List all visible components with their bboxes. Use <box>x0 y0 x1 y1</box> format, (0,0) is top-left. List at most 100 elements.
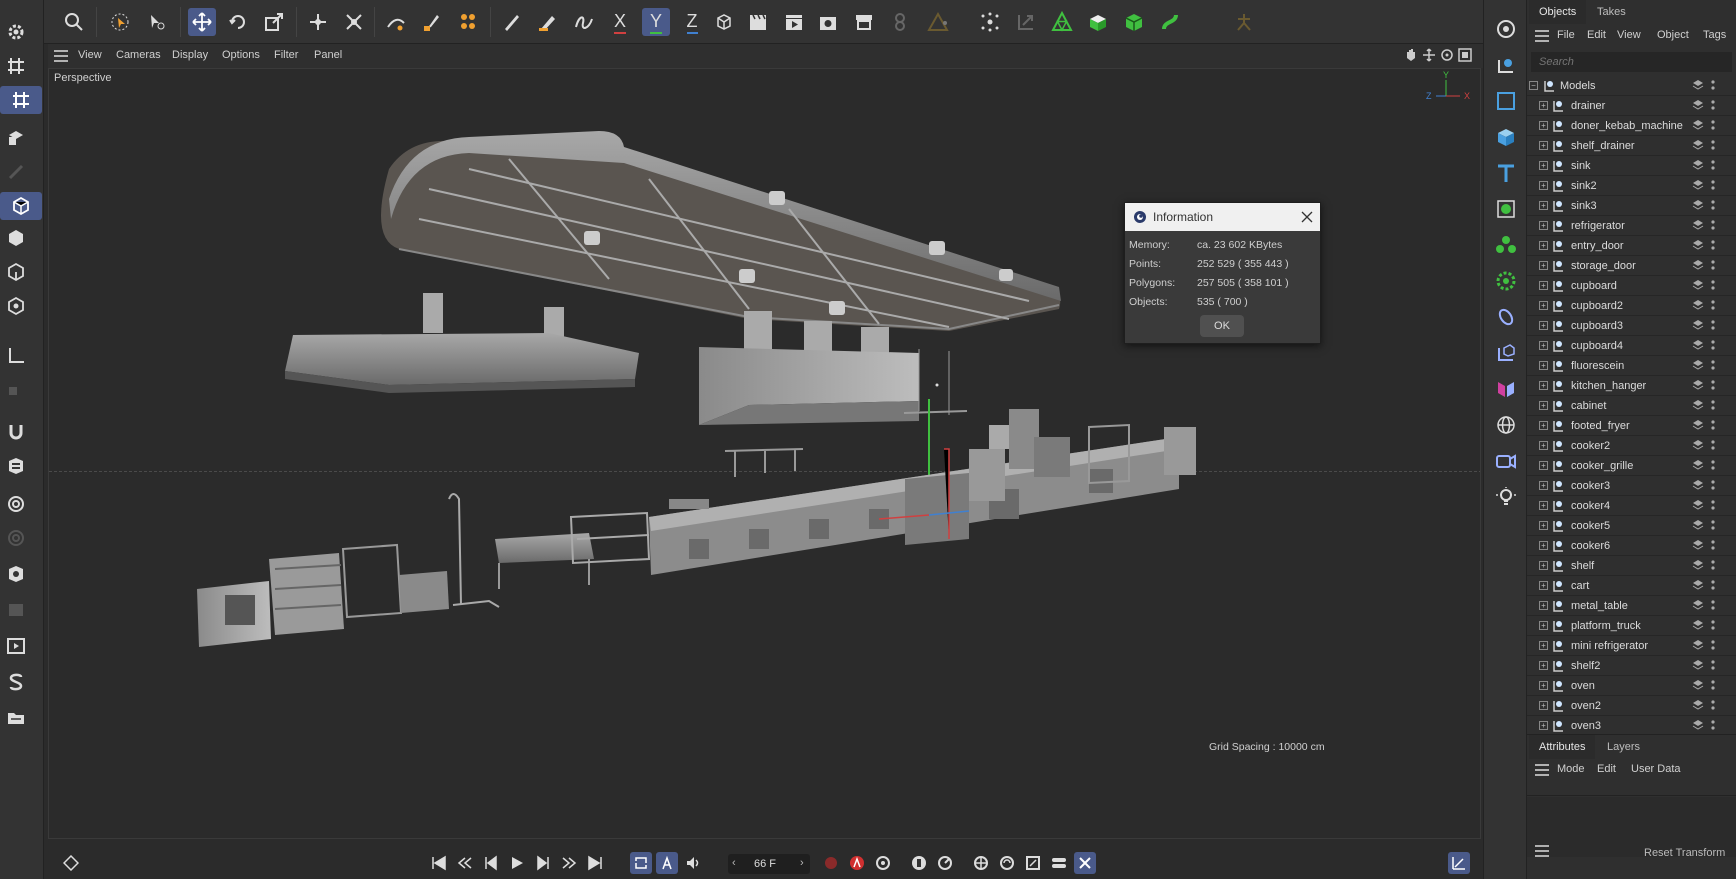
scale-tool-icon[interactable] <box>260 8 288 36</box>
expand-toggle[interactable]: + <box>1539 121 1548 130</box>
tree-item-row[interactable]: + cooker6 <box>1527 536 1736 556</box>
layer-visibility-icon[interactable] <box>1692 279 1704 291</box>
paint-brush-icon[interactable] <box>498 8 526 36</box>
expand-toggle[interactable]: + <box>1539 241 1548 250</box>
render-visibility-dots[interactable] <box>1711 499 1715 511</box>
layer-visibility-icon[interactable] <box>1692 619 1704 631</box>
layer-visibility-icon[interactable] <box>1692 459 1704 471</box>
tree-item-row[interactable]: + cupboard3 <box>1527 316 1736 336</box>
menu-options[interactable]: Options <box>222 49 260 61</box>
expand-toggle[interactable]: + <box>1539 201 1548 210</box>
render-visibility-dots[interactable] <box>1711 639 1715 651</box>
objects-menu-view[interactable]: View <box>1617 29 1641 41</box>
frame-decrement-icon[interactable]: ‹ <box>732 857 736 869</box>
keyframe-settings-icon[interactable] <box>872 852 894 874</box>
eye-icon[interactable] <box>2 560 30 588</box>
texture-mode-icon[interactable] <box>2 124 30 152</box>
layer-visibility-icon[interactable] <box>1692 659 1704 671</box>
tweak-disabled-icon[interactable] <box>2 380 30 408</box>
attributes-menu-user-data[interactable]: User Data <box>1631 763 1681 775</box>
tree-item-row[interactable]: + shelf_drainer <box>1527 136 1736 156</box>
layer-visibility-icon[interactable] <box>1692 499 1704 511</box>
camera-icon[interactable] <box>1492 447 1520 475</box>
layer-visibility-icon[interactable] <box>1692 299 1704 311</box>
expand-toggle[interactable]: + <box>1539 541 1548 550</box>
coordinates-hamburger-icon[interactable] <box>1535 845 1549 860</box>
reset-transform-button[interactable]: Reset Transform <box>1644 847 1725 859</box>
expand-toggle[interactable]: + <box>1539 181 1548 190</box>
attributes-hamburger-icon[interactable] <box>1535 764 1549 779</box>
layer-visibility-icon[interactable] <box>1692 199 1704 211</box>
layer-visibility-icon[interactable] <box>1692 359 1704 371</box>
layer-visibility-icon[interactable] <box>1692 399 1704 411</box>
attributes-menu-mode[interactable]: Mode <box>1557 763 1585 775</box>
edges-mode-icon[interactable] <box>2 258 30 286</box>
square-icon[interactable] <box>1492 87 1520 115</box>
environment-icon[interactable] <box>1492 411 1520 439</box>
layer-visibility-icon[interactable] <box>1692 339 1704 351</box>
render-visibility-dots[interactable] <box>1711 199 1715 211</box>
key-pla-icon[interactable] <box>1022 852 1044 874</box>
expand-toggle[interactable]: + <box>1539 421 1548 430</box>
collapse-toggle[interactable]: − <box>1529 81 1538 90</box>
tree-item-row[interactable]: + sink3 <box>1527 196 1736 216</box>
tree-item-row[interactable]: + cupboard4 <box>1527 336 1736 356</box>
frame-increment-icon[interactable]: › <box>800 857 804 869</box>
menu-filter[interactable]: Filter <box>274 49 298 61</box>
tree-item-row[interactable]: + sink2 <box>1527 176 1736 196</box>
render-view-icon[interactable] <box>780 8 808 36</box>
script-icon[interactable] <box>2 668 30 696</box>
render-preview-icon[interactable] <box>2 632 30 660</box>
axis-mode-icon[interactable] <box>2 342 30 370</box>
search-icon[interactable] <box>60 8 88 36</box>
autokey-record-icon[interactable] <box>846 852 868 874</box>
render-visibility-dots[interactable] <box>1711 159 1715 171</box>
timeline-disabled-icon[interactable] <box>2 596 30 624</box>
layer-visibility-icon[interactable] <box>1692 539 1704 551</box>
mograph-icon[interactable] <box>1492 375 1520 403</box>
dialog-titlebar[interactable]: Information <box>1125 203 1320 231</box>
warning-icon[interactable] <box>924 8 952 36</box>
layer-visibility-icon[interactable] <box>1692 319 1704 331</box>
tree-item-row[interactable]: + oven <box>1527 676 1736 696</box>
render-visibility-dots[interactable] <box>1711 379 1715 391</box>
render-visibility-dots[interactable] <box>1711 119 1715 131</box>
objects-menu-tags[interactable]: Tags <box>1703 29 1726 41</box>
layer-visibility-icon[interactable] <box>1692 139 1704 151</box>
motion-system-icon[interactable] <box>1074 852 1096 874</box>
tab-attributes[interactable]: Attributes <box>1529 735 1596 759</box>
selection-options-icon[interactable] <box>142 8 170 36</box>
fcurve-icon[interactable] <box>1448 852 1470 874</box>
tree-item-row[interactable]: + cupboard <box>1527 276 1736 296</box>
auto-keyframe-icon[interactable] <box>656 852 678 874</box>
coordinate-system-icon[interactable] <box>710 8 738 36</box>
objects-search-input[interactable] <box>1531 52 1732 72</box>
layer-visibility-icon[interactable] <box>1692 99 1704 111</box>
key-rotation-icon[interactable] <box>934 852 956 874</box>
settings-gear-icon[interactable] <box>2 18 30 46</box>
previous-frame-icon[interactable] <box>480 852 502 874</box>
tree-item-row[interactable]: + kitchen_hanger <box>1527 376 1736 396</box>
tree-item-row[interactable]: + cooker4 <box>1527 496 1736 516</box>
tree-item-row[interactable]: + cart <box>1527 576 1736 596</box>
render-visibility-dots[interactable] <box>1711 539 1715 551</box>
record-icon[interactable] <box>820 852 842 874</box>
render-visibility-dots[interactable] <box>1711 419 1715 431</box>
render-visibility-dots[interactable] <box>1711 719 1715 731</box>
close-icon[interactable] <box>1301 211 1313 223</box>
menu-view[interactable]: View <box>78 49 102 61</box>
link-icon[interactable] <box>886 8 914 36</box>
tree-item-row[interactable]: + cooker5 <box>1527 516 1736 536</box>
render-visibility-dots[interactable] <box>1711 139 1715 151</box>
tree-item-row[interactable]: + oven2 <box>1527 696 1736 716</box>
tree-item-row[interactable]: + fluorescein <box>1527 356 1736 376</box>
render-visibility-dots[interactable] <box>1711 479 1715 491</box>
hamburger-menu-icon[interactable] <box>54 50 68 65</box>
polygon-object-icon[interactable] <box>1120 8 1148 36</box>
expand-toggle[interactable]: + <box>1539 461 1548 470</box>
tree-item-row[interactable]: + drainer <box>1527 96 1736 116</box>
tree-item-row[interactable]: + doner_kebab_machine <box>1527 116 1736 136</box>
particles-icon[interactable] <box>976 8 1004 36</box>
maximize-view-icon[interactable] <box>1458 48 1472 65</box>
layer-visibility-icon[interactable] <box>1692 719 1704 731</box>
